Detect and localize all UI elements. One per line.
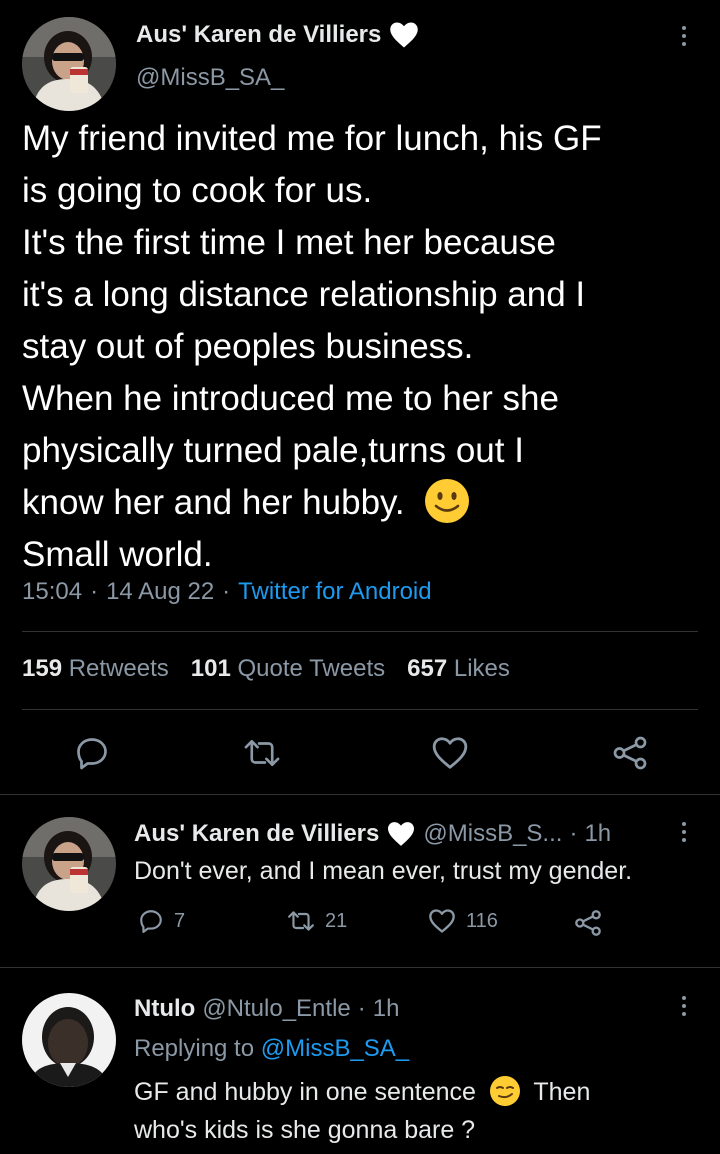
- share-icon[interactable]: [574, 909, 602, 937]
- reply-text-part: GF and hubby in one sentence: [134, 1078, 476, 1106]
- like-count: 116: [466, 909, 498, 932]
- divider: [22, 631, 698, 632]
- retweets-count: 159: [22, 655, 63, 682]
- likes-count: 657: [407, 655, 448, 682]
- author-handle[interactable]: @MissB_S...: [423, 820, 562, 848]
- like-heart-icon: [429, 909, 455, 933]
- reply-icon: [140, 910, 162, 933]
- reply-icon[interactable]: [74, 735, 110, 771]
- smirking-face-icon: [489, 1076, 520, 1107]
- tweet-line: is going to cook for us.: [22, 171, 373, 210]
- tweet-line: My friend invited me for lunch, his GF: [22, 119, 602, 158]
- display-name[interactable]: Ntulo: [134, 995, 195, 1023]
- tweet-time[interactable]: 15:04: [22, 578, 82, 606]
- retweet-count: 21: [325, 909, 348, 932]
- reply-text: Don't ever, and I mean ever, trust my ge…: [134, 857, 633, 885]
- tweet-source[interactable]: Twitter for Android: [238, 578, 431, 606]
- retweet-action[interactable]: 21: [287, 908, 347, 934]
- likes-stat[interactable]: 657 Likes: [407, 655, 510, 683]
- replying-to: Replying to @MissB_SA_: [134, 1035, 409, 1063]
- tweet-line: When he introduced me to her she: [22, 379, 559, 418]
- retweets-label: Retweets: [68, 655, 169, 682]
- reply-header: Ntulo @Ntulo_Entle · 1h: [134, 995, 399, 1023]
- more-options-icon[interactable]: [681, 996, 687, 1016]
- reply-text-line: GF and hubby in one sentence Then: [134, 1073, 590, 1111]
- tweet-line: physically turned pale,turns out I: [22, 431, 524, 470]
- display-name[interactable]: Aus' Karen de Villiers: [136, 21, 381, 49]
- quotes-count: 101: [190, 655, 231, 682]
- reply-text: GF and hubby in one sentence Then who's …: [134, 1073, 590, 1149]
- meta-separator: ·: [569, 820, 578, 847]
- retweets-stat[interactable]: 159 Retweets: [22, 655, 169, 683]
- like-heart-icon[interactable]: [431, 735, 469, 771]
- replying-to-handle[interactable]: @MissB_SA_: [261, 1035, 409, 1062]
- author-handle[interactable]: @MissB_SA_: [136, 64, 284, 92]
- reply-text-part: Then: [533, 1078, 591, 1106]
- tweet-line: know her and her hubby.: [22, 483, 405, 522]
- like-action[interactable]: 116: [428, 908, 498, 934]
- reply-text-line: who's kids is she gonna bare ?: [134, 1116, 476, 1144]
- tweet-meta: 15:04 · 14 Aug 22 · Twitter for Android: [22, 578, 432, 606]
- quotes-stat[interactable]: 101 Quote Tweets: [191, 655, 385, 683]
- white-heart-icon: [390, 22, 419, 48]
- share-icon[interactable]: [611, 735, 649, 771]
- tweet-line: stay out of peoples business.: [22, 327, 474, 366]
- display-name[interactable]: Aus' Karen de Villiers: [134, 820, 379, 848]
- tweet-line: It's the first time I met her because: [22, 223, 556, 262]
- meta-separator: ·: [90, 578, 99, 605]
- reply-header: Aus' Karen de Villiers @MissB_S... · 1h: [134, 820, 611, 848]
- author-name-row: Aus' Karen de Villiers: [136, 21, 419, 49]
- retweet-icon[interactable]: [243, 735, 281, 771]
- slightly-smiling-face-icon: [425, 478, 470, 523]
- avatar-image: [22, 993, 116, 1087]
- retweet-icon: [288, 911, 314, 931]
- meta-separator: ·: [222, 578, 231, 605]
- more-options-icon[interactable]: [681, 26, 687, 46]
- tweet-text: My friend invited me for lunch, his GF i…: [22, 113, 712, 581]
- avatar[interactable]: [22, 17, 116, 111]
- tweet-date[interactable]: 14 Aug 22: [106, 578, 214, 606]
- avatar-image: [22, 817, 116, 911]
- reply-time[interactable]: 1h: [373, 995, 400, 1023]
- avatar[interactable]: [22, 817, 116, 911]
- tweet-stats: 159 Retweets 101 Quote Tweets 657 Likes: [22, 655, 510, 683]
- tweet-line: it's a long distance relationship and I: [22, 275, 586, 314]
- replying-to-label: Replying to: [134, 1035, 255, 1062]
- divider: [0, 794, 720, 795]
- reply-action[interactable]: 7: [138, 908, 185, 934]
- reply-time[interactable]: 1h: [584, 820, 611, 848]
- tweet-line: Small world.: [22, 535, 213, 574]
- likes-label: Likes: [453, 655, 510, 682]
- avatar[interactable]: [22, 993, 116, 1087]
- divider: [0, 967, 720, 968]
- reply-count: 7: [174, 909, 186, 932]
- divider: [22, 709, 698, 710]
- quotes-label: Quote Tweets: [237, 655, 386, 682]
- tweet-line-with-emoji: know her and her hubby.: [22, 477, 712, 529]
- more-options-icon[interactable]: [681, 822, 687, 842]
- author-handle[interactable]: @Ntulo_Entle: [202, 995, 350, 1023]
- meta-separator: ·: [357, 995, 366, 1022]
- white-heart-icon: [388, 822, 415, 846]
- avatar-image: [22, 17, 116, 111]
